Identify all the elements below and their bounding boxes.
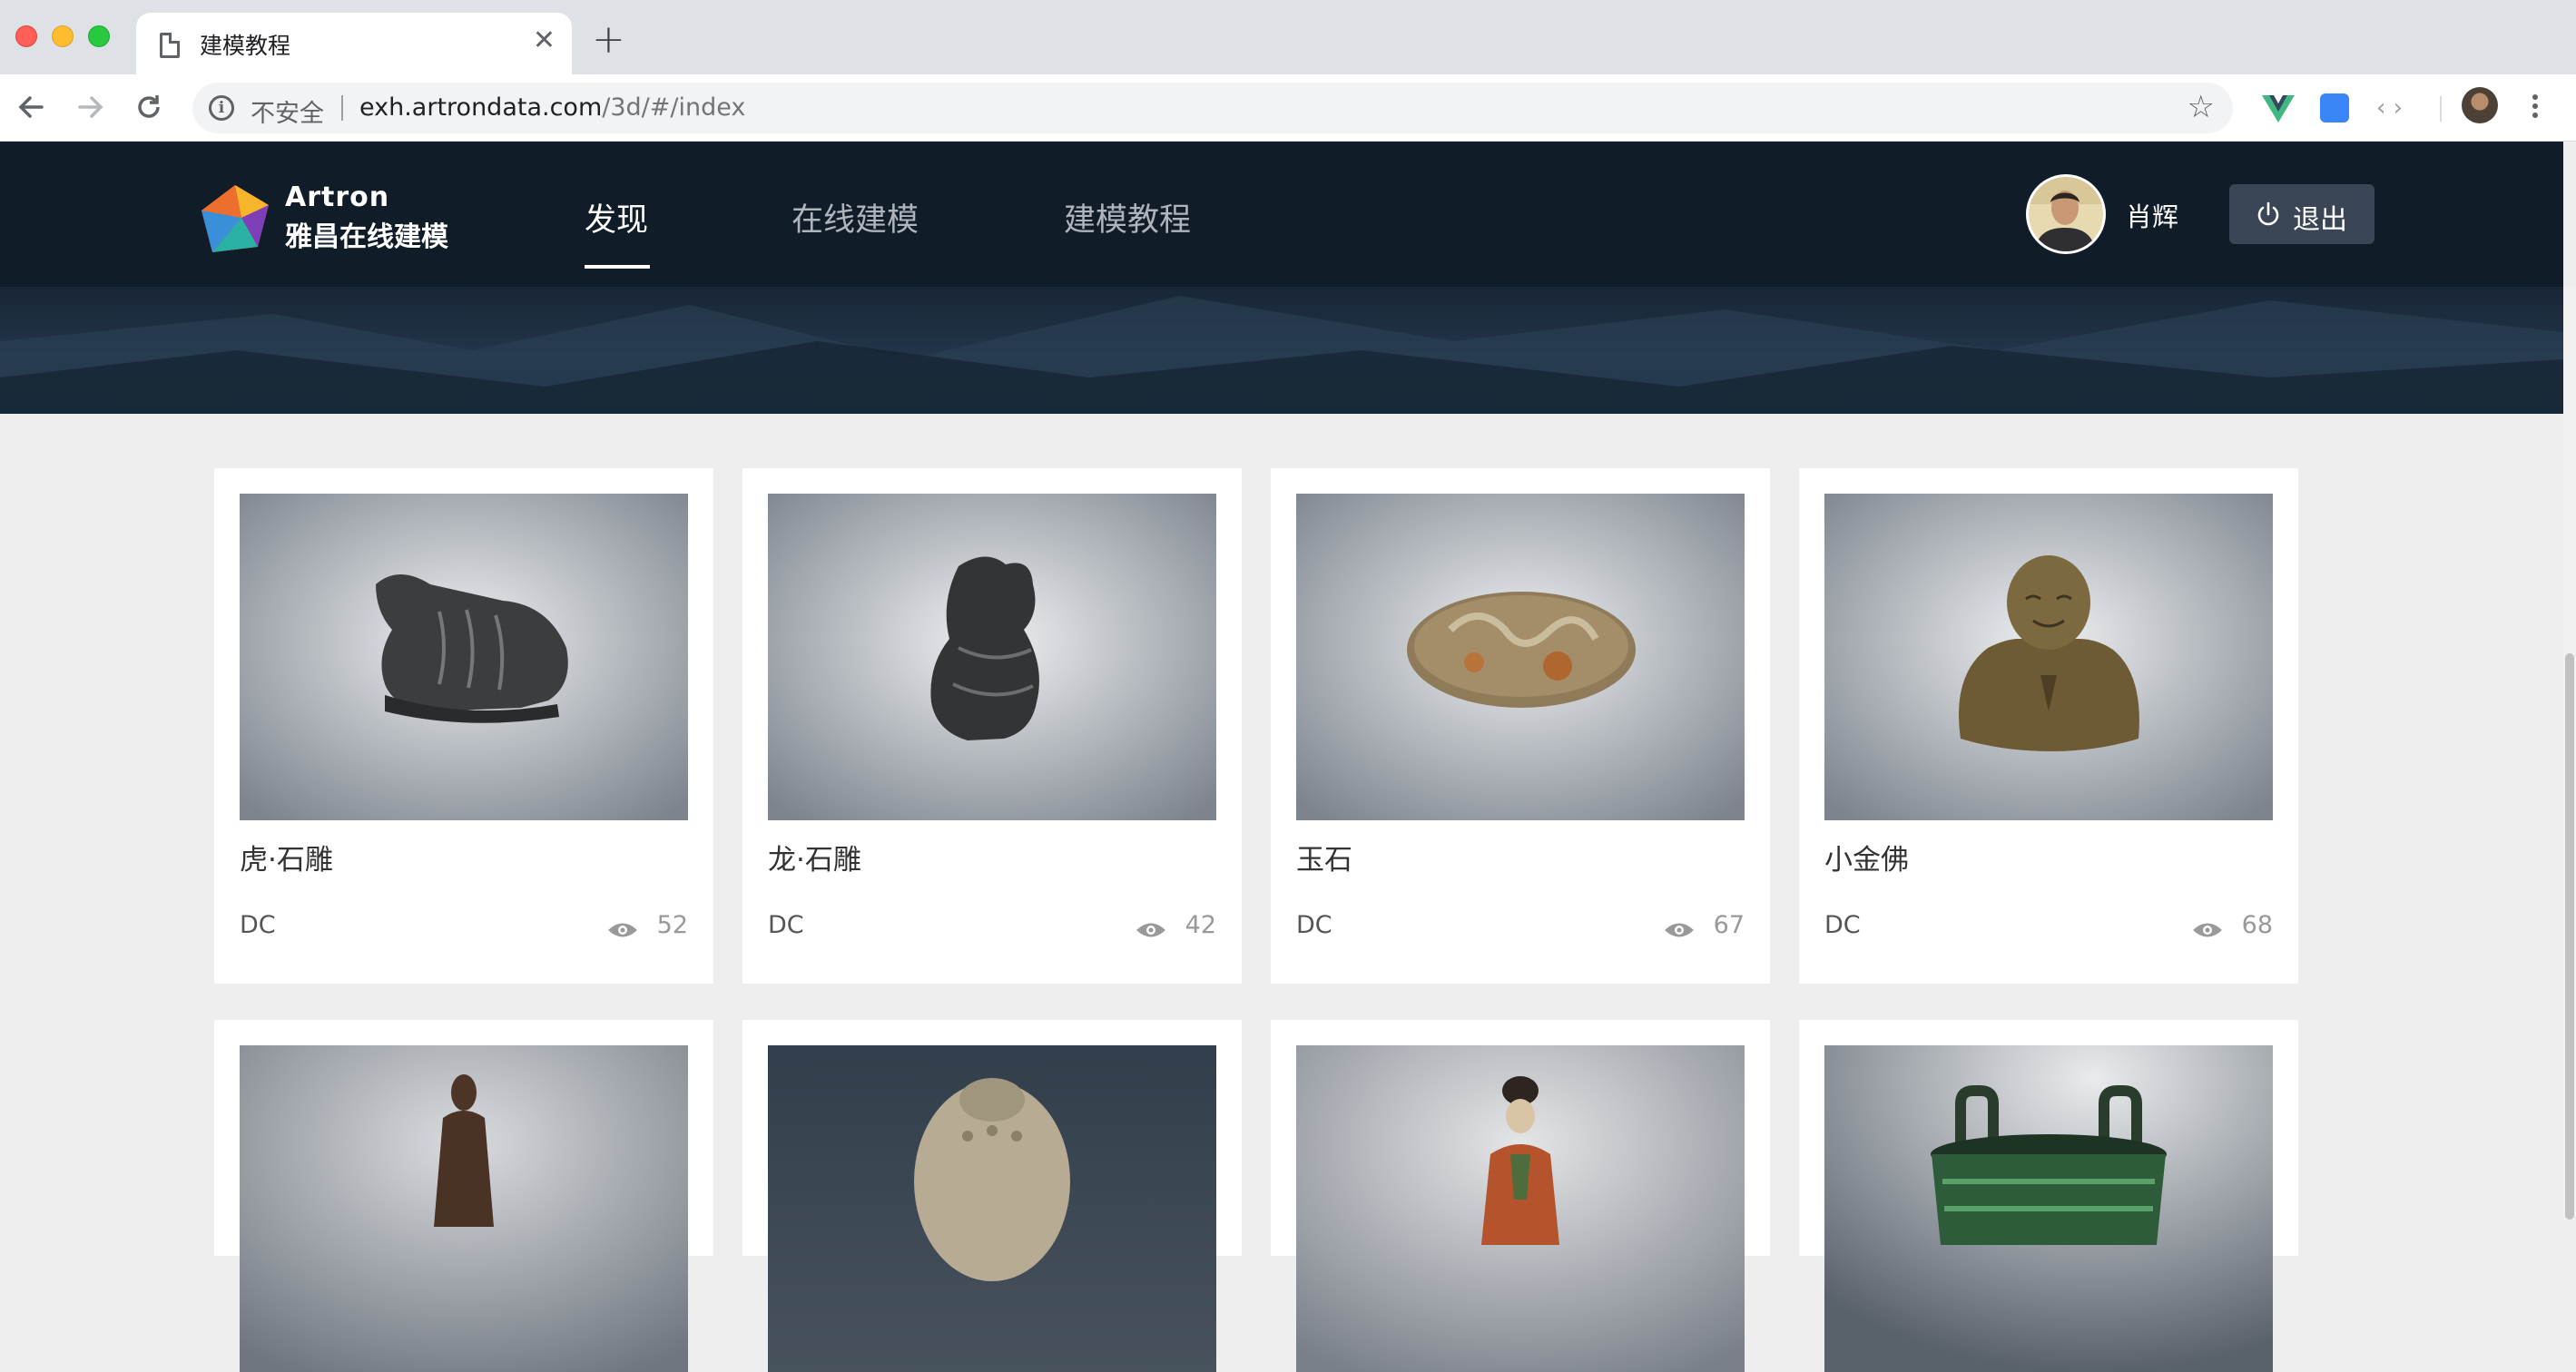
view-count: 67 [1713,911,1745,939]
logo-text-en: Artron [285,181,390,213]
buddha-head-thumbnail[interactable] [768,1045,1216,1372]
card-author[interactable]: DC [768,911,804,939]
card-title[interactable]: 小金佛 [1824,837,1909,877]
bookmark-star-icon[interactable]: ☆ [2188,89,2215,125]
profile-avatar-icon[interactable] [2462,87,2498,123]
model-card[interactable] [214,1020,713,1372]
model-card[interactable] [1799,1020,2298,1372]
power-icon [2257,201,2279,226]
nav-modeling-tutorial[interactable]: 建模教程 [1064,194,1191,240]
info-icon[interactable]: i [209,95,234,121]
eye-icon [2193,923,2222,937]
logout-button[interactable]: 退出 [2229,184,2374,244]
model-card[interactable]: 小金佛 DC 68 [1799,468,2298,984]
mountain-banner-image [0,287,2563,414]
browser-tab[interactable]: 建模教程 ✕ [136,13,572,74]
address-bar[interactable]: i 不安全 exh.artrondata.com/3d/#/index ☆ [192,83,2233,133]
card-author[interactable]: DC [1296,911,1332,939]
reload-icon[interactable] [129,87,169,127]
nav-online-modeling[interactable]: 在线建模 [791,194,919,240]
bronze-ding-vessel-thumbnail[interactable] [1824,1045,2273,1372]
window-minimize-button[interactable] [52,25,74,47]
tiger-stone-carving-thumbnail[interactable] [240,494,688,820]
user-avatar[interactable] [2026,174,2106,254]
vue-devtools-icon[interactable] [2260,90,2296,126]
tang-lady-figurine-thumbnail[interactable] [1296,1045,1745,1372]
small-golden-buddha-thumbnail[interactable] [1824,494,2273,820]
document-icon [160,33,180,58]
eye-icon [608,923,637,937]
model-card[interactable]: 玉石 DC 67 [1271,468,1770,984]
eye-icon [1665,923,1694,937]
toolbar-divider [2440,96,2442,122]
security-label[interactable]: 不安全 [251,93,324,129]
model-card[interactable] [1271,1020,1770,1372]
new-tab-icon[interactable]: + [592,20,625,60]
browser-menu-icon[interactable] [2529,91,2542,123]
card-title[interactable]: 玉石 [1296,837,1352,877]
extension-pen-icon[interactable] [2320,93,2349,122]
card-title[interactable]: 虎·石雕 [240,837,333,877]
model-card[interactable]: 虎·石雕 DC 52 [214,468,713,984]
nav-discover[interactable]: 发现 [585,194,648,240]
jade-stone-thumbnail[interactable] [1296,494,1745,820]
logout-label: 退出 [2293,204,2347,236]
forward-arrow-icon[interactable] [71,87,111,127]
card-author[interactable]: DC [1824,911,1861,939]
view-count: 52 [656,911,688,939]
browser-toolbar: i 不安全 exh.artrondata.com/3d/#/index ☆ ‹ … [0,74,2576,142]
back-arrow-icon[interactable] [11,87,51,127]
dragon-stone-carving-thumbnail[interactable] [768,494,1216,820]
artron-logo-icon[interactable] [198,181,272,256]
page-scrollbar-thumb[interactable] [2565,653,2574,1220]
browser-tab-bar: 建模教程 ✕ + [0,0,2576,74]
card-title[interactable]: 龙·石雕 [768,837,861,877]
logo-text-cn: 雅昌在线建模 [285,221,448,253]
url-text[interactable]: exh.artrondata.com/3d/#/index [359,93,745,122]
site-header: Artron 雅昌在线建模 发现 在线建模 建模教程 肖辉 退出 [0,142,2563,287]
view-count: 68 [2241,911,2273,939]
window-close-button[interactable] [15,25,37,47]
view-count: 42 [1185,911,1216,939]
omnibox-divider [341,95,343,121]
guanyin-statue-thumbnail[interactable] [240,1045,688,1372]
eye-icon [1136,923,1165,937]
window-zoom-button[interactable] [88,25,110,47]
user-name[interactable]: 肖辉 [2126,196,2178,234]
code-extension-icon[interactable]: ‹ › [2376,90,2413,126]
nav-active-indicator [585,265,650,269]
card-author[interactable]: DC [240,911,276,939]
model-card[interactable]: 龙·石雕 DC 42 [742,468,1242,984]
tab-title: 建模教程 [200,33,291,59]
model-card[interactable] [742,1020,1242,1372]
tab-close-icon[interactable]: ✕ [533,24,556,57]
